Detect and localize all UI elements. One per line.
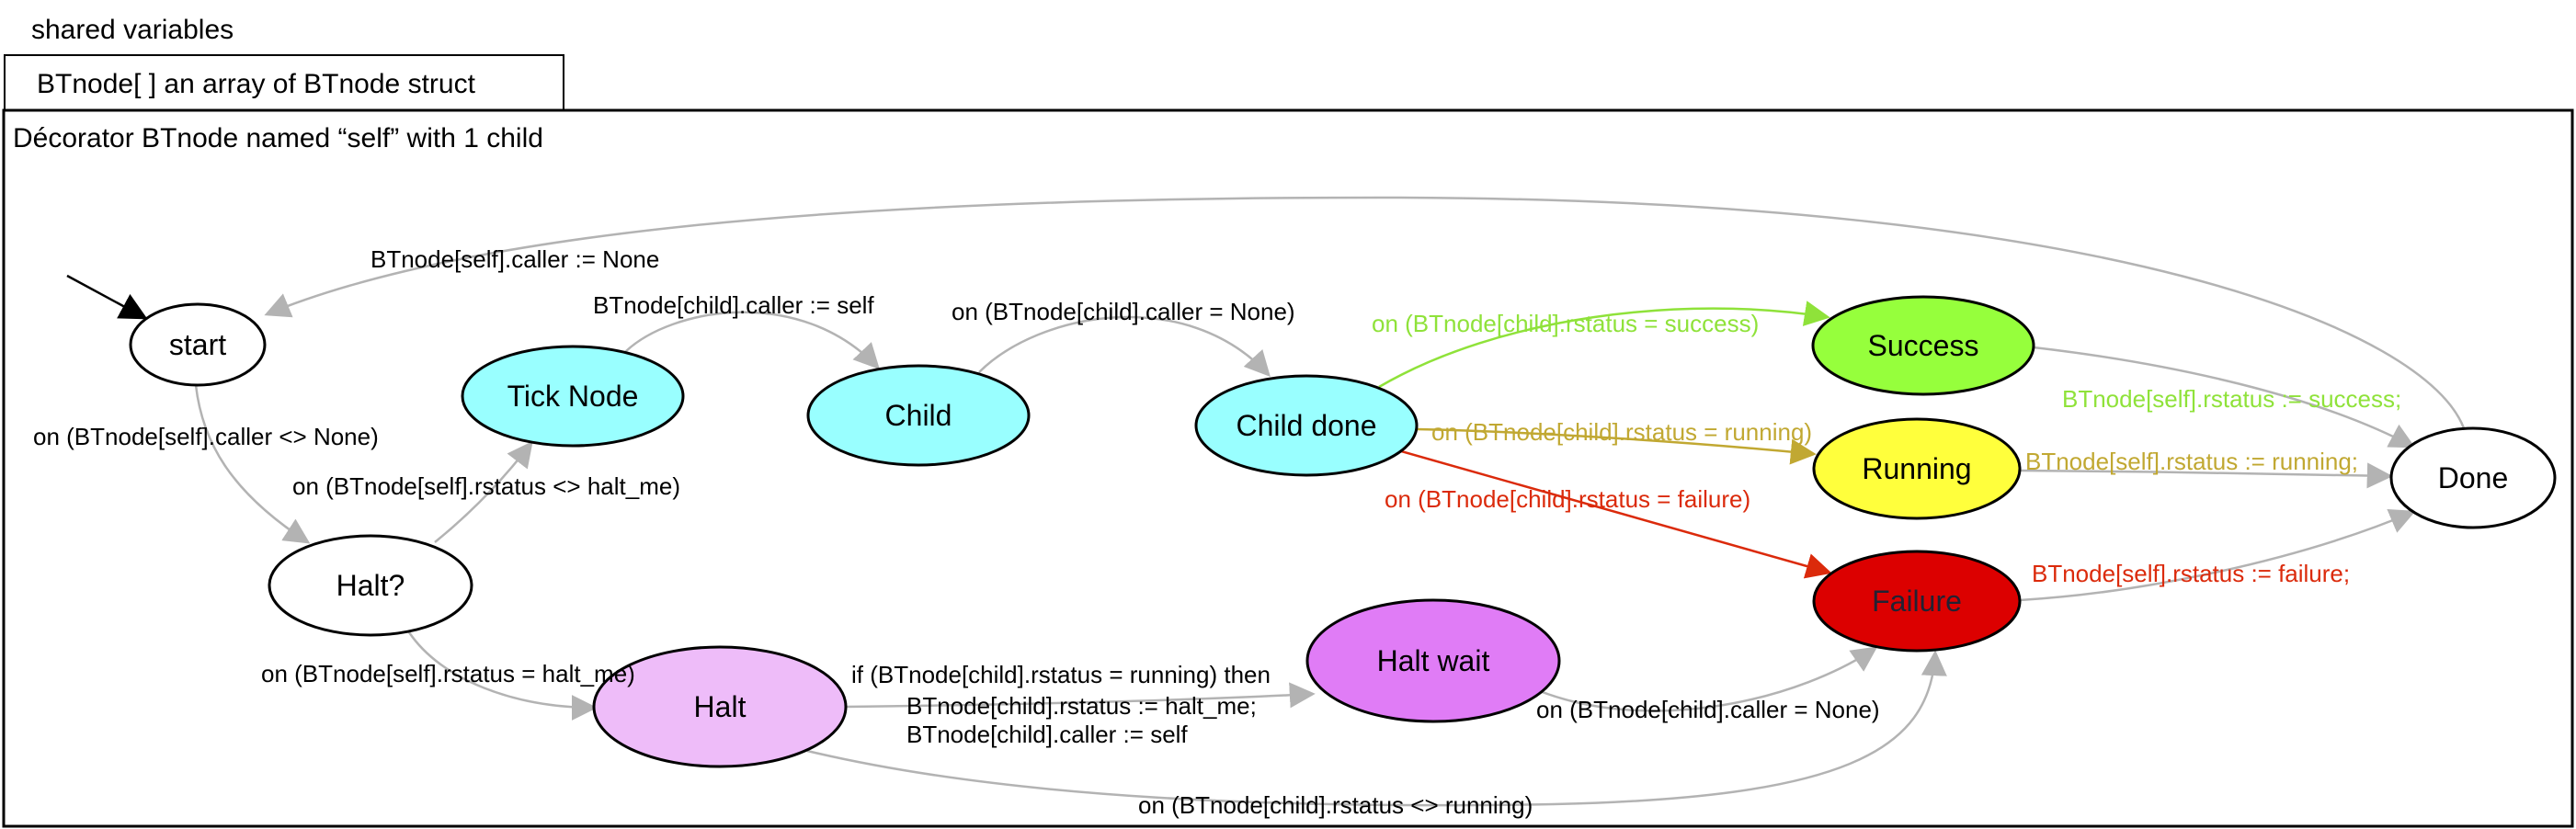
edge-label-halt-haltwait-line1: if (BTnode[child].rstatus = running) the… (851, 661, 1271, 688)
edge-child-childdone (978, 315, 1271, 378)
state-diagram: shared variables BTnode[ ] an array of B… (2, 15, 2574, 828)
node-tick: Tick Node (461, 345, 685, 448)
edge-label-success-done: BTnode[self].rstatus := success; (2062, 385, 2401, 413)
struct-box-label: BTnode[ ] an array of BTnode struct (37, 69, 476, 99)
node-haltq: Halt? (268, 534, 473, 637)
initial-arrow (66, 274, 148, 320)
node-halt-label: Halt (694, 690, 747, 723)
edge-label-done-start: BTnode[self].caller := None (370, 245, 659, 273)
node-success: Success (1811, 295, 2035, 396)
edge-label-haltq-tick: on (BTnode[self].rstatus <> halt_me) (292, 472, 680, 500)
node-start-label: start (169, 328, 226, 361)
edge-label-child-childdone: on (BTnode[child].caller = None) (952, 298, 1295, 325)
node-done: Done (2389, 426, 2557, 529)
edge-label-halt-haltwait-line2: BTnode[child].rstatus := halt_me; (906, 692, 1257, 720)
edge-label-start-haltq: on (BTnode[self].caller <> None) (33, 423, 379, 450)
edge-label-haltwait-failure: on (BTnode[child].caller = None) (1536, 696, 1880, 723)
edge-start-haltq (194, 384, 311, 544)
node-childdone: Child done (1194, 374, 1419, 477)
node-haltq-label: Halt? (336, 569, 405, 602)
node-haltwait: Halt wait (1305, 598, 1561, 723)
node-failure: Failure (1812, 550, 2022, 653)
edge-tick-child (624, 311, 880, 370)
node-tick-label: Tick Node (507, 380, 639, 413)
node-childdone-label: Child done (1237, 409, 1377, 442)
edge-label-childdone-success: on (BTnode[child].rstatus = success) (1372, 310, 1759, 337)
node-done-label: Done (2438, 461, 2509, 494)
shared-variables-title: shared variables (31, 15, 234, 45)
edge-label-tick-child: BTnode[child].caller := self (593, 291, 874, 319)
node-start: start (129, 302, 267, 387)
edge-label-failure-done: BTnode[self].rstatus := failure; (2032, 560, 2350, 587)
edge-label-halt-haltwait-line3: BTnode[child].caller := self (906, 721, 1188, 748)
edge-label-running-done: BTnode[self].rstatus := running; (2025, 448, 2358, 475)
node-child-label: Child (885, 399, 952, 432)
edge-label-halt-failure: on (BTnode[child].rstatus <> running) (1138, 791, 1533, 819)
node-haltwait-label: Halt wait (1377, 644, 1490, 677)
node-failure-label: Failure (1872, 585, 1962, 618)
edge-label-haltq-halt: on (BTnode[self].rstatus = halt_me) (261, 660, 635, 687)
node-running-label: Running (1862, 452, 1971, 485)
edge-label-childdone-running: on (BTnode[child].rstatus = running) (1431, 418, 1812, 446)
decorator-frame-title: Décorator BTnode named “self” with 1 chi… (13, 123, 543, 153)
node-child: Child (806, 364, 1031, 467)
node-running: Running (1812, 417, 2022, 520)
node-success-label: Success (1868, 329, 1979, 362)
edge-label-childdone-failure: on (BTnode[child].rstatus = failure) (1385, 485, 1750, 513)
